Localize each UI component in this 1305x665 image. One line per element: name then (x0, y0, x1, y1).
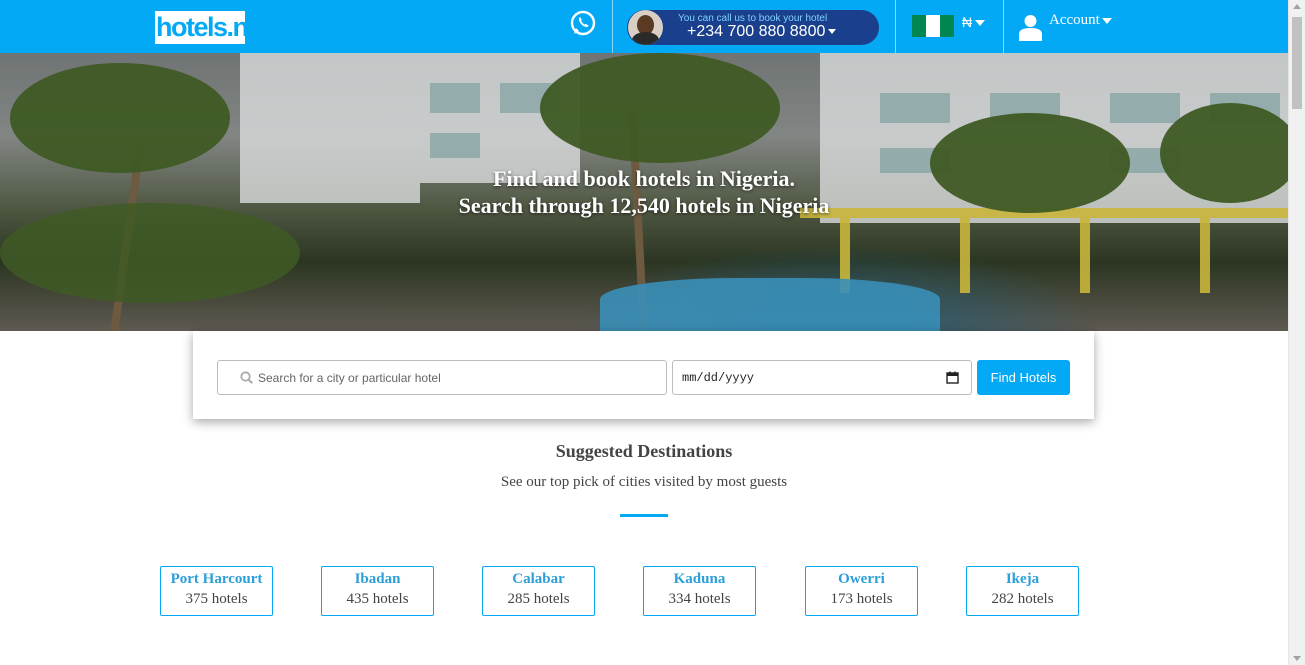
section-divider (620, 514, 668, 517)
destination-hotel-count: 435 hotels (346, 591, 409, 607)
destination-hotel-count: 285 hotels (507, 591, 570, 607)
destination-card-port-harcourt[interactable]: Port Harcourt 375 hotels (160, 566, 273, 616)
phone-number: +234 700 880 8800 (687, 23, 837, 41)
destination-hotel-count: 334 hotels (668, 591, 731, 607)
scrollbar-thumb[interactable] (1292, 17, 1302, 109)
destination-hotel-count: 173 hotels (830, 591, 893, 607)
header-divider (612, 0, 613, 53)
scroll-up-icon[interactable] (1293, 4, 1301, 9)
destination-name: Owerri (838, 571, 885, 587)
destination-card-kaduna[interactable]: Kaduna 334 hotels (643, 566, 756, 616)
hotel-search-form: mm/dd/yyyy Find Hotels (193, 331, 1094, 419)
user-icon[interactable] (1019, 14, 1042, 41)
date-input[interactable]: mm/dd/yyyy (672, 360, 972, 395)
top-header: hotels.ng You can call us to book your h… (0, 0, 1288, 53)
suggested-destinations-title: Suggested Destinations (555, 441, 733, 461)
calendar-icon[interactable] (946, 371, 959, 384)
whatsapp-icon[interactable] (569, 9, 597, 37)
account-menu[interactable]: Account (1049, 12, 1112, 29)
date-placeholder: mm/dd/yyyy (682, 371, 755, 385)
destination-name: Ibadan (354, 571, 401, 587)
site-logo[interactable]: hotels.ng (155, 11, 264, 44)
header-divider (1003, 0, 1004, 53)
destination-name: Port Harcourt (170, 571, 263, 587)
chevron-down-icon (1101, 17, 1112, 24)
destination-name: Calabar (512, 571, 565, 587)
hero-banner: Find and book hotels in Nigeria. Search … (0, 53, 1288, 331)
search-field[interactable] (217, 360, 667, 395)
agent-avatar (628, 10, 663, 45)
nigeria-flag-icon[interactable] (912, 15, 954, 37)
hero-headline: Find and book hotels in Nigeria. Search … (458, 166, 830, 218)
destination-name: Ikeja (1005, 571, 1040, 587)
destination-name: Kaduna (673, 571, 726, 587)
logo-text: hotels.ng (156, 12, 264, 42)
destination-hotel-count: 282 hotels (991, 591, 1054, 607)
search-icon (240, 371, 253, 384)
destination-card-owerri[interactable]: Owerri 173 hotels (805, 566, 918, 616)
chevron-down-icon (975, 20, 986, 27)
currency-selector[interactable]: ₦ (962, 14, 986, 30)
scroll-down-icon[interactable] (1293, 656, 1301, 661)
call-to-book-box[interactable]: You can call us to book your hotel +234 … (627, 10, 879, 45)
find-hotels-button[interactable]: Find Hotels (977, 360, 1070, 395)
search-input[interactable] (258, 361, 658, 394)
pool-image-area (600, 278, 940, 331)
suggested-destinations-subtitle: See our top pick of cities visited by mo… (500, 474, 788, 490)
header-divider (895, 0, 896, 53)
page-scrollbar[interactable] (1288, 0, 1305, 665)
destination-card-ikeja[interactable]: Ikeja 282 hotels (966, 566, 1079, 616)
destination-card-ibadan[interactable]: Ibadan 435 hotels (321, 566, 434, 616)
destination-hotel-count: 375 hotels (185, 591, 248, 607)
destination-card-calabar[interactable]: Calabar 285 hotels (482, 566, 595, 616)
chevron-down-icon (828, 29, 837, 35)
